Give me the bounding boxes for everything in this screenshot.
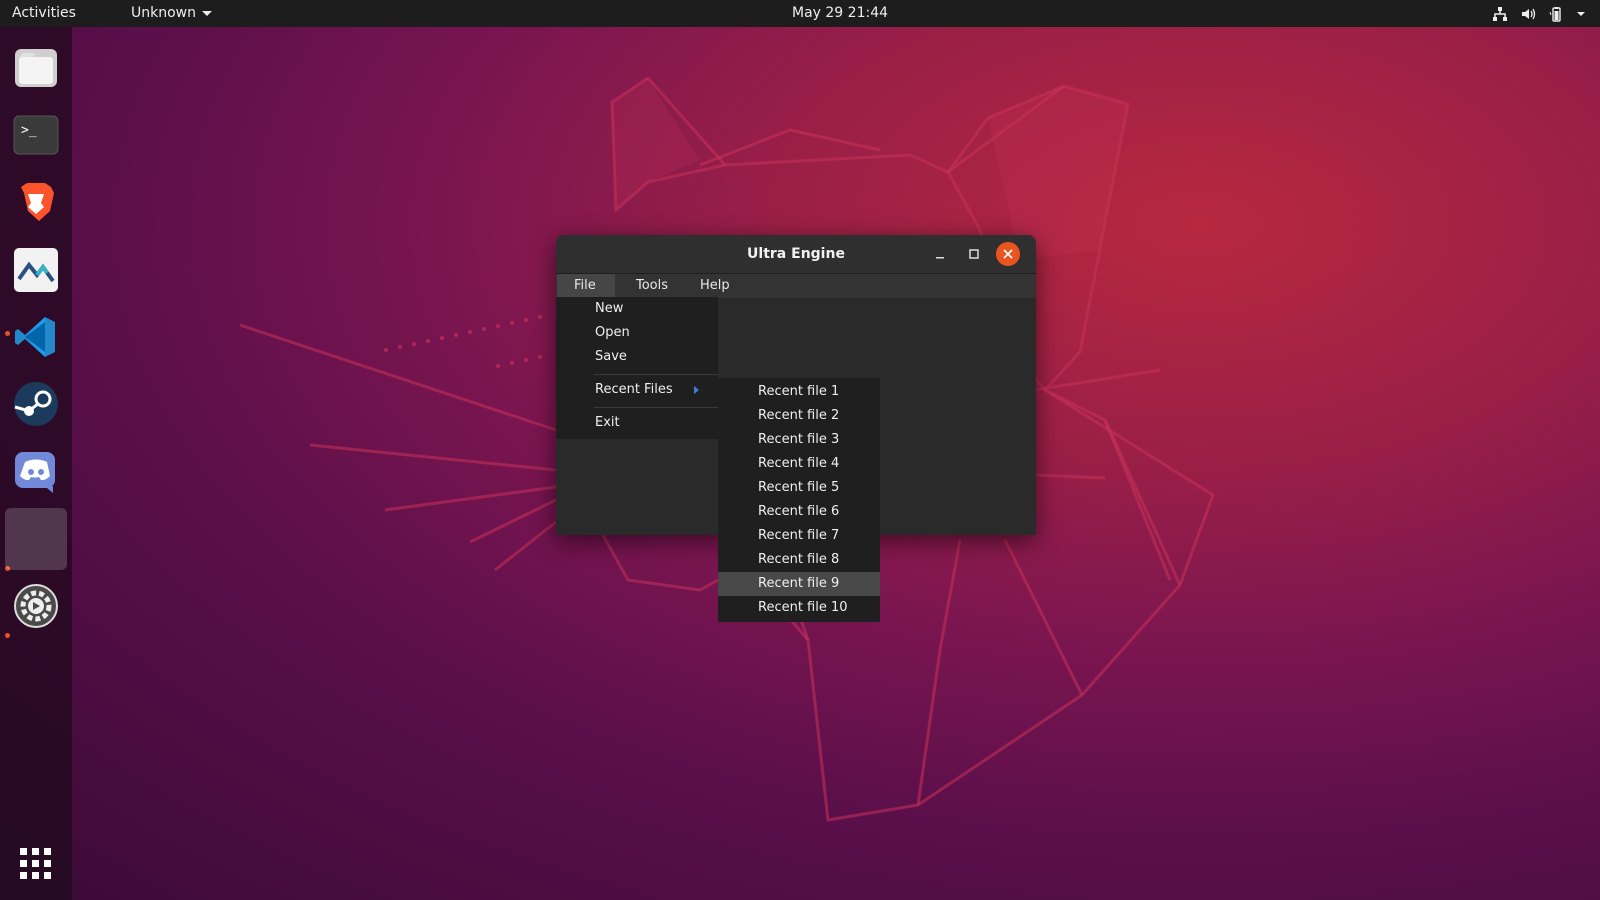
menu-item-exit[interactable]: Exit: [556, 411, 718, 435]
dock-settings[interactable]: [5, 575, 67, 637]
recent-file-item[interactable]: Recent file 10: [718, 596, 880, 620]
vscode-icon: [15, 317, 55, 357]
file-menu-dropdown: New Open Save Recent Files Exit: [556, 297, 718, 439]
menu-item-label: Open: [595, 325, 630, 340]
menu-help[interactable]: Help: [684, 274, 748, 298]
dock-discord[interactable]: [5, 440, 67, 502]
recent-file-label: Recent file 6: [758, 504, 840, 519]
recent-file-item[interactable]: Recent file 7: [718, 524, 880, 548]
clock-button[interactable]: May 29 21:44: [792, 0, 888, 27]
recent-file-item[interactable]: Recent file 1: [718, 380, 880, 404]
brave-browser-icon: [21, 183, 54, 221]
maximize-button[interactable]: [962, 242, 986, 266]
volume-icon: [1522, 8, 1536, 19]
dock-files[interactable]: [5, 37, 67, 99]
battery-icon: [1549, 6, 1561, 22]
maximize-icon: [969, 249, 979, 259]
title-bar[interactable]: Ultra Engine: [556, 235, 1036, 274]
recent-file-item[interactable]: Recent file 2: [718, 404, 880, 428]
system-tray[interactable]: [1492, 0, 1586, 27]
app-menu-label: Unknown: [131, 5, 196, 21]
menu-bar: File Tools Help: [556, 274, 1036, 298]
dock-vscode[interactable]: [5, 306, 67, 368]
chevron-down-icon: [1577, 11, 1585, 16]
minimize-icon: [936, 257, 944, 259]
menu-tools[interactable]: Tools: [618, 274, 686, 298]
dock-brave[interactable]: [5, 171, 67, 233]
recent-file-item[interactable]: Recent file 8: [718, 548, 880, 572]
menu-item-new[interactable]: New: [556, 297, 718, 321]
network-icon: [1493, 6, 1507, 21]
menu-item-label: Save: [595, 349, 627, 364]
menu-separator: [594, 407, 718, 408]
app-menu-button[interactable]: Unknown: [131, 0, 212, 27]
minimize-button[interactable]: [928, 242, 952, 266]
recent-file-item-highlighted[interactable]: Recent file 9: [718, 572, 880, 596]
svg-text:>_: >_: [21, 123, 37, 138]
dock-running-app[interactable]: [5, 508, 67, 570]
close-button[interactable]: [996, 242, 1020, 266]
menu-item-recent-files[interactable]: Recent Files: [556, 378, 718, 402]
recent-file-label: Recent file 5: [758, 480, 840, 495]
submenu-arrow-icon: [694, 386, 699, 394]
discord-icon: [15, 452, 55, 493]
recent-file-label: Recent file 4: [758, 456, 840, 471]
ultra-engine-icon: [14, 248, 58, 292]
recent-file-item[interactable]: Recent file 4: [718, 452, 880, 476]
menu-file[interactable]: File: [557, 274, 615, 298]
recent-file-label: Recent file 7: [758, 528, 840, 543]
recent-file-label: Recent file 2: [758, 408, 840, 423]
settings-icon: [14, 584, 58, 628]
recent-file-label: Recent file 3: [758, 432, 840, 447]
recent-file-label: Recent file 1: [758, 384, 840, 399]
recent-file-label: Recent file 8: [758, 552, 840, 567]
chevron-down-icon: [202, 10, 212, 16]
recent-file-label: Recent file 9: [758, 576, 840, 591]
menu-item-label: New: [595, 301, 624, 316]
steam-icon: [14, 382, 58, 426]
activities-button[interactable]: Activities: [12, 0, 76, 27]
menu-item-label: Exit: [595, 415, 620, 430]
close-icon: [1003, 249, 1013, 259]
dock-ultra-engine[interactable]: [5, 239, 67, 301]
menu-item-label: Recent Files: [595, 382, 673, 397]
recent-file-item[interactable]: Recent file 3: [718, 428, 880, 452]
recent-files-submenu: Recent file 1 Recent file 2 Recent file …: [718, 378, 880, 622]
terminal-icon: >_: [13, 115, 59, 155]
top-bar: Activities Unknown May 29 21:44: [0, 0, 1600, 27]
app-grid-icon[interactable]: [20, 848, 52, 880]
menu-item-open[interactable]: Open: [556, 321, 718, 345]
menu-separator: [594, 374, 718, 375]
recent-file-label: Recent file 10: [758, 600, 848, 615]
recent-file-item[interactable]: Recent file 5: [718, 476, 880, 500]
files-icon: [15, 49, 57, 87]
dock: >_: [0, 27, 72, 900]
recent-file-item[interactable]: Recent file 6: [718, 500, 880, 524]
menu-item-save[interactable]: Save: [556, 345, 718, 369]
dock-terminal[interactable]: >_: [5, 104, 67, 166]
dock-steam[interactable]: [5, 373, 67, 435]
